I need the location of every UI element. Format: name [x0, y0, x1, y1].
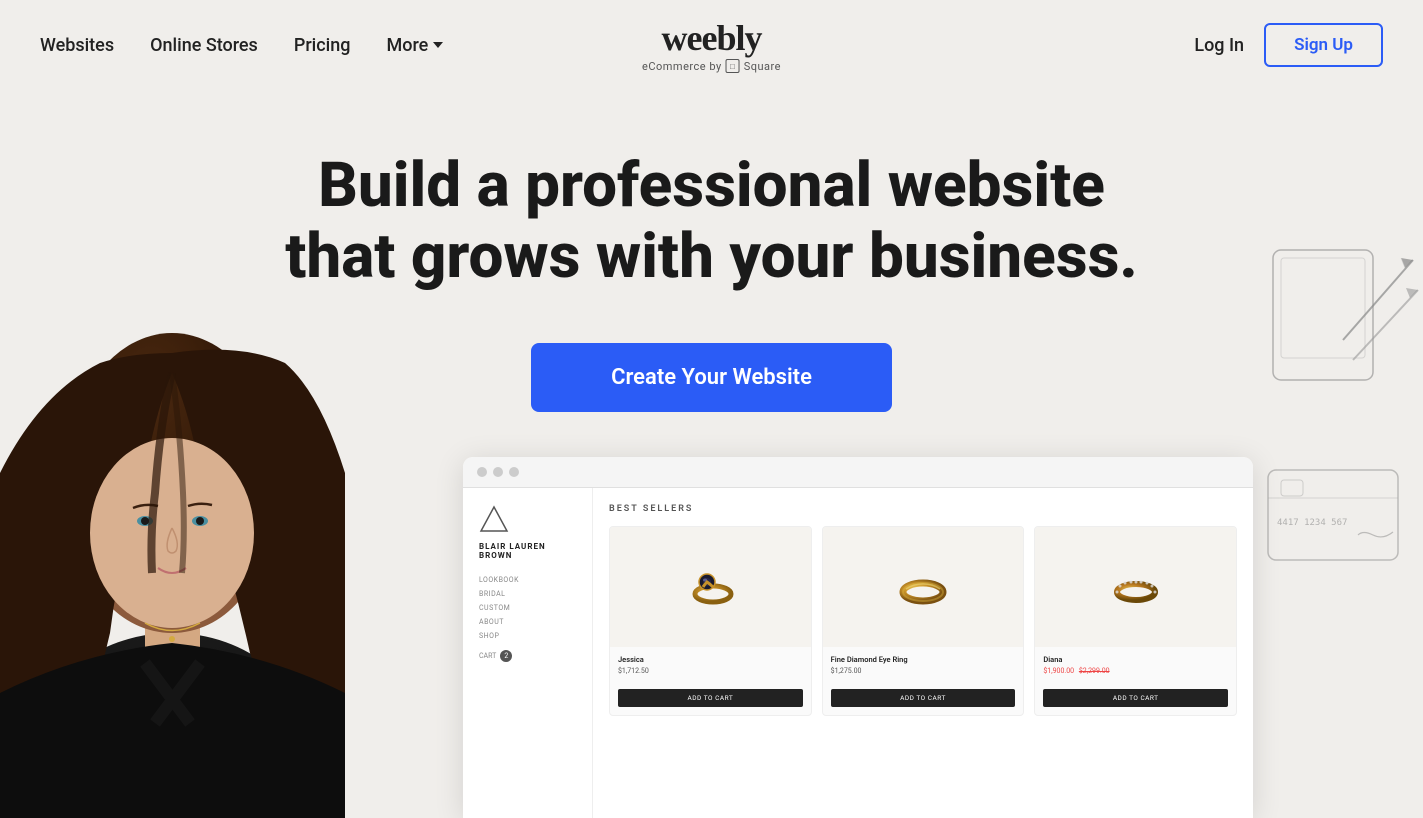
hero-headline: Build a professional website that grows …: [262, 150, 1162, 293]
mock-nav-about: ABOUT: [479, 618, 504, 626]
chevron-down-icon: [433, 42, 443, 48]
svg-text:4417 1234 567: 4417 1234 567: [1277, 518, 1347, 528]
best-sellers-title: BEST SELLERS: [609, 504, 1237, 514]
product-price-diana: $1,900.00 $2,299.00: [1043, 667, 1228, 675]
navbar: Websites Online Stores Pricing More weeb…: [0, 0, 1423, 90]
product-name-jessica: Jessica: [618, 655, 803, 664]
product-price-jessica: $1,712.50: [618, 667, 803, 675]
square-icon: □: [726, 59, 740, 73]
product-card-jessica: Jessica $1,712.50 ADD TO CART: [609, 526, 812, 716]
nav-link-pricing[interactable]: Pricing: [294, 35, 351, 56]
product-card-diamond: Fine Diamond Eye Ring $1,275.00 ADD TO C…: [822, 526, 1025, 716]
mock-cart: CART 2: [479, 650, 512, 662]
product-image-diamond: [823, 527, 1024, 647]
window-dot-2: [493, 467, 503, 477]
add-to-cart-diana[interactable]: ADD TO CART: [1043, 689, 1228, 707]
mock-nav-lookbook: LOOKBOOK: [479, 576, 519, 584]
woman-illustration: [0, 273, 345, 818]
window-dot-1: [477, 467, 487, 477]
product-info-diamond: Fine Diamond Eye Ring $1,275.00: [823, 647, 1024, 683]
add-to-cart-diamond[interactable]: ADD TO CART: [831, 689, 1016, 707]
ring-diamond-icon: [888, 552, 958, 622]
browser-mockup: BLAIR LAUREN BROWN LOOKBOOK BRIDAL CUSTO…: [463, 457, 1253, 818]
mock-main: BEST SELLERS: [593, 488, 1253, 818]
add-to-cart-jessica[interactable]: ADD TO CART: [618, 689, 803, 707]
sale-price-diana: $1,900.00: [1043, 667, 1074, 675]
logo-tagline: eCommerce by □ Square: [642, 59, 781, 73]
login-link[interactable]: Log In: [1194, 35, 1244, 56]
mock-brand-name: BLAIR LAUREN BROWN: [479, 542, 576, 560]
nav-link-websites[interactable]: Websites: [40, 35, 114, 56]
browser-titlebar: [463, 457, 1253, 488]
nav-left: Websites Online Stores Pricing More: [40, 35, 443, 56]
product-info-diana: Diana $1,900.00 $2,299.00: [1035, 647, 1236, 683]
product-image-diana: [1035, 527, 1236, 647]
nav-link-online-stores[interactable]: Online Stores: [150, 35, 258, 56]
create-website-button[interactable]: Create Your Website: [531, 343, 892, 412]
mock-nav-custom: CUSTOM: [479, 604, 510, 612]
product-image-jessica: [610, 527, 811, 647]
mock-brand-logo: [479, 504, 509, 534]
hero-section: Build a professional website that grows …: [0, 90, 1423, 818]
cart-badge: 2: [500, 650, 512, 662]
original-price-diana: $2,299.00: [1079, 667, 1110, 675]
mock-nav-shop: SHOP: [479, 632, 499, 640]
woman-photo: [0, 273, 345, 818]
product-card-diana: Diana $1,900.00 $2,299.00 ADD TO CART: [1034, 526, 1237, 716]
weebly-logo[interactable]: weebly eCommerce by □ Square: [642, 17, 781, 73]
signup-button[interactable]: Sign Up: [1264, 23, 1383, 67]
mock-nav-bridal: BRIDAL: [479, 590, 505, 598]
window-dot-3: [509, 467, 519, 477]
product-name-diamond: Fine Diamond Eye Ring: [831, 655, 1016, 664]
ring-diana-icon: [1101, 552, 1171, 622]
product-name-diana: Diana: [1043, 655, 1228, 664]
mock-sidebar: BLAIR LAUREN BROWN LOOKBOOK BRIDAL CUSTO…: [463, 488, 593, 818]
products-row: Jessica $1,712.50 ADD TO CART: [609, 526, 1237, 716]
nav-more-menu[interactable]: More: [386, 35, 443, 56]
browser-content: BLAIR LAUREN BROWN LOOKBOOK BRIDAL CUSTO…: [463, 488, 1253, 818]
product-info-jessica: Jessica $1,712.50: [610, 647, 811, 683]
ring-jessica-icon: [675, 552, 745, 622]
product-price-diamond: $1,275.00: [831, 667, 1016, 675]
logo-wordmark: weebly: [662, 17, 762, 59]
nav-right: Log In Sign Up: [1194, 23, 1383, 67]
